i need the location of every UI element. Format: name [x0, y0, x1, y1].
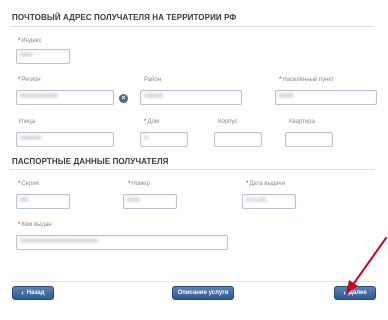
service-description-button[interactable]: Описание услуги [172, 286, 234, 300]
required-mark: * [18, 181, 21, 187]
address-divider [10, 26, 374, 27]
footer-divider [10, 281, 376, 282]
number-value: •••••• [127, 198, 140, 204]
district-input[interactable]: ••••••••• [140, 90, 242, 105]
district-label: Район [144, 77, 162, 83]
locality-value: ••••••• [279, 94, 294, 100]
required-mark: * [144, 119, 147, 125]
number-input[interactable]: •••••• [123, 194, 177, 209]
issued-by-label: *Кем выдан [18, 222, 52, 228]
required-mark: * [18, 38, 21, 44]
locality-label: *Населённый пункт [279, 77, 334, 83]
back-button[interactable]: ‹ Назад [12, 286, 54, 300]
building-input[interactable] [214, 132, 262, 147]
required-mark: * [18, 77, 21, 83]
required-mark: * [18, 222, 21, 228]
form-page: ПОЧТОВЫЙ АДРЕС ПОЛУЧАТЕЛЯ НА ТЕРРИТОРИИ … [0, 0, 388, 320]
issue-date-label: *Дата выдачи [246, 181, 285, 187]
series-value: •••• [20, 198, 29, 204]
issued-by-value: ••••••••••••••••••••••••••••••••••••• [20, 239, 98, 245]
number-label: *Номер [128, 181, 150, 187]
flat-input[interactable] [285, 132, 333, 147]
required-mark: * [128, 181, 131, 187]
street-input[interactable]: •••••••••• [16, 132, 114, 147]
region-label: *Регион [18, 77, 41, 83]
required-mark: * [279, 77, 282, 83]
flat-label: Квартира [289, 119, 315, 125]
required-mark: * [246, 181, 249, 187]
chevron-left-icon: ‹ [21, 289, 24, 297]
issue-date-value: ••.••.•••• [246, 198, 267, 204]
district-value: ••••••••• [144, 94, 163, 100]
back-button-label: Назад [26, 290, 45, 296]
issue-date-input[interactable]: ••.••.•••• [242, 194, 296, 209]
annotation-arrow-icon [346, 237, 387, 294]
locality-input[interactable]: ••••••• [275, 90, 377, 105]
house-label: *Дом [144, 119, 159, 125]
house-value: •• [144, 136, 149, 142]
index-label: *Индекс [18, 38, 42, 44]
service-description-label: Описание услуги [177, 290, 229, 296]
series-input[interactable]: •••• [16, 194, 70, 209]
issued-by-input[interactable]: ••••••••••••••••••••••••••••••••••••• [16, 235, 228, 250]
passport-divider [10, 169, 374, 170]
region-value: •••••••••••••••••• [20, 94, 58, 100]
clear-region-icon[interactable]: × [119, 94, 128, 103]
street-label: Улица [18, 119, 36, 125]
index-input[interactable]: •••••• [16, 49, 70, 64]
house-input[interactable]: •• [140, 132, 188, 147]
address-section-title: ПОЧТОВЫЙ АДРЕС ПОЛУЧАТЕЛЯ НА ТЕРРИТОРИИ … [12, 13, 237, 22]
street-value: •••••••••• [20, 136, 42, 142]
index-value: •••••• [20, 53, 33, 59]
building-label: Корпус [218, 119, 238, 125]
series-label: *Серия [18, 181, 39, 187]
region-input[interactable]: •••••••••••••••••• [16, 90, 114, 105]
passport-section-title: ПАСПОРТНЫЕ ДАННЫЕ ПОЛУЧАТЕЛЯ [12, 157, 169, 166]
